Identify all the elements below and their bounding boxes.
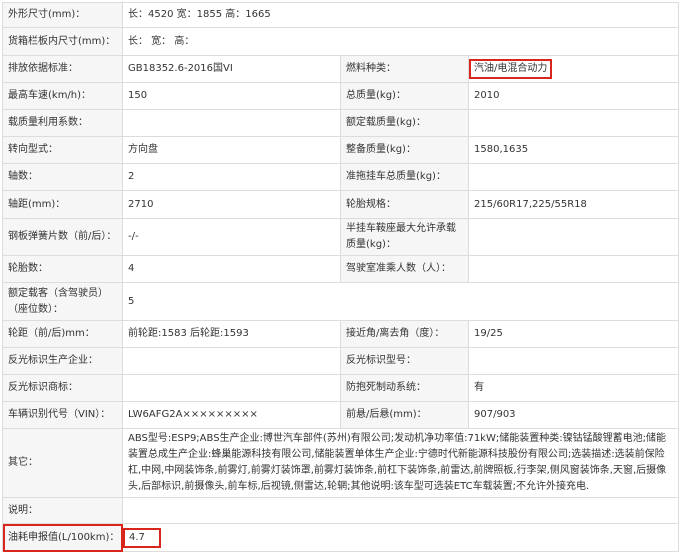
label-reflector-maker: 反光标识生产企业： [2, 347, 123, 375]
value-abs: 有 [467, 374, 680, 402]
label-load-utilization: 载质量利用系数： [2, 109, 123, 137]
table-row: 排放依据标准： GB18352.6-2016国VI 燃料种类： 汽油/电混合动力 [2, 55, 680, 83]
spec-table: 外形尺寸(mm)： 长：4520 宽：1855 高：1665 货箱栏板内尺寸(m… [2, 2, 680, 552]
table-row: 货箱栏板内尺寸(mm)： 长： 宽： 高： [2, 27, 680, 56]
table-row: 轮胎数： 4 驾驶室准乘人数（人）： [2, 255, 680, 283]
value-load-utilization [122, 109, 341, 137]
table-row: 油耗申报值(L/100km)： 4.7 [2, 523, 680, 552]
spec-table-container: 外形尺寸(mm)： 长：4520 宽：1855 高：1665 货箱栏板内尺寸(m… [2, 2, 680, 552]
table-row: 转向型式： 方向盘 整备质量(kg)： 1580,1635 [2, 136, 680, 164]
label-trailer-mass: 准拖挂车总质量(kg)： [340, 163, 469, 191]
label-max-speed: 最高车速(km/h)： [2, 82, 123, 110]
table-row: 载质量利用系数： 额定载质量(kg)： [2, 109, 680, 137]
value-curb-weight: 1580,1635 [467, 136, 680, 164]
label-rated-load: 额定载质量(kg)： [340, 109, 469, 137]
table-row: 车辆识别代号（VIN）： LW6AFG2A××××××××× 前悬/后悬(mm)… [2, 401, 680, 429]
value-reflector-maker [122, 347, 341, 375]
label-tire-spec: 轮胎规格： [340, 190, 469, 219]
label-overhang: 前悬/后悬(mm)： [340, 401, 469, 429]
value-emission-standard: GB18352.6-2016国VI [122, 55, 341, 83]
label-leaf-springs: 钢板弹簧片数（前/后）： [2, 218, 123, 256]
table-row: 外形尺寸(mm)： 长：4520 宽：1855 高：1665 [2, 2, 680, 28]
value-cargo-box-dimensions: 长： 宽： 高： [121, 27, 680, 56]
value-saddle-load [467, 218, 680, 256]
value-fuel-consumption-highlight: 4.7 [123, 527, 161, 548]
label-wheelbase: 轴距(mm)： [2, 190, 123, 219]
label-curb-weight: 整备质量(kg)： [340, 136, 469, 164]
value-max-speed: 150 [122, 82, 341, 110]
label-dimensions: 外形尺寸(mm)： [2, 2, 123, 28]
label-emission-standard: 排放依据标准： [2, 55, 123, 83]
label-track-width: 轮距（前/后)mm： [2, 320, 123, 348]
value-rated-load [467, 109, 680, 137]
table-row: 最高车速(km/h)： 150 总质量(kg)： 2010 [2, 82, 680, 110]
label-cargo-box-dimensions: 货箱栏板内尺寸(mm)： [2, 27, 123, 56]
value-dimensions: 长：4520 宽：1855 高：1665 [121, 2, 680, 28]
label-saddle-load: 半挂车鞍座最大允许承载质量(kg)： [340, 218, 469, 256]
value-wheelbase: 2710 [122, 190, 341, 219]
label-axle-count: 轴数： [2, 163, 123, 191]
table-row: 其它： ABS型号:ESP9;ABS生产企业:博世汽车部件(苏州)有限公司;发动… [2, 428, 680, 498]
label-tire-count: 轮胎数： [2, 255, 123, 283]
value-leaf-springs: -/- [122, 218, 341, 256]
label-abs: 防抱死制动系统： [340, 374, 469, 402]
value-fuel-consumption-cell: 4.7 [121, 523, 680, 552]
value-other: ABS型号:ESP9;ABS生产企业:博世汽车部件(苏州)有限公司;发动机净功率… [121, 428, 680, 498]
label-vin: 车辆识别代号（VIN）： [2, 401, 123, 429]
value-cab-capacity [467, 255, 680, 283]
value-total-mass: 2010 [467, 82, 680, 110]
value-steering-type: 方向盘 [122, 136, 341, 164]
table-row: 轴数： 2 准拖挂车总质量(kg)： [2, 163, 680, 191]
table-row: 额定载客（含驾驶员）（座位数）： 5 [2, 282, 680, 321]
label-seating-capacity: 额定载客（含驾驶员）（座位数）： [2, 282, 123, 321]
value-vin: LW6AFG2A××××××××× [122, 401, 341, 429]
table-row: 反光标识生产企业： 反光标识型号： [2, 347, 680, 375]
value-overhang: 907/903 [467, 401, 680, 429]
label-fuel-type: 燃料种类： [340, 55, 469, 83]
table-row: 反光标识商标： 防抱死制动系统： 有 [2, 374, 680, 402]
value-reflector-brand [122, 374, 341, 402]
label-fuel-consumption: 油耗申报值(L/100km)： [2, 523, 123, 552]
label-notes: 说明： [2, 497, 123, 524]
value-tire-spec: 215/60R17,225/55R18 [467, 190, 680, 219]
value-notes [121, 497, 680, 524]
table-row: 轮距（前/后)mm： 前轮距:1583 后轮距:1593 接近角/离去角（度）：… [2, 320, 680, 348]
label-reflector-brand: 反光标识商标： [2, 374, 123, 402]
value-trailer-mass [467, 163, 680, 191]
label-reflector-model: 反光标识型号： [340, 347, 469, 375]
label-approach-departure-angle: 接近角/离去角（度）： [340, 320, 469, 348]
label-cab-capacity: 驾驶室准乘人数（人）： [340, 255, 469, 283]
value-tire-count: 4 [122, 255, 341, 283]
value-fuel-type-highlight: 汽油/电混合动力 [469, 59, 553, 79]
label-total-mass: 总质量(kg)： [340, 82, 469, 110]
table-row: 说明： [2, 497, 680, 524]
value-axle-count: 2 [122, 163, 341, 191]
label-other: 其它： [2, 428, 123, 498]
value-track-width: 前轮距:1583 后轮距:1593 [122, 320, 341, 348]
value-approach-departure-angle: 19/25 [467, 320, 680, 348]
value-reflector-model [467, 347, 680, 375]
value-fuel-type-cell: 汽油/电混合动力 [467, 55, 680, 83]
table-row: 钢板弹簧片数（前/后）： -/- 半挂车鞍座最大允许承载质量(kg)： [2, 218, 680, 256]
table-row: 轴距(mm)： 2710 轮胎规格： 215/60R17,225/55R18 [2, 190, 680, 219]
label-steering-type: 转向型式： [2, 136, 123, 164]
value-seating-capacity: 5 [121, 282, 680, 321]
